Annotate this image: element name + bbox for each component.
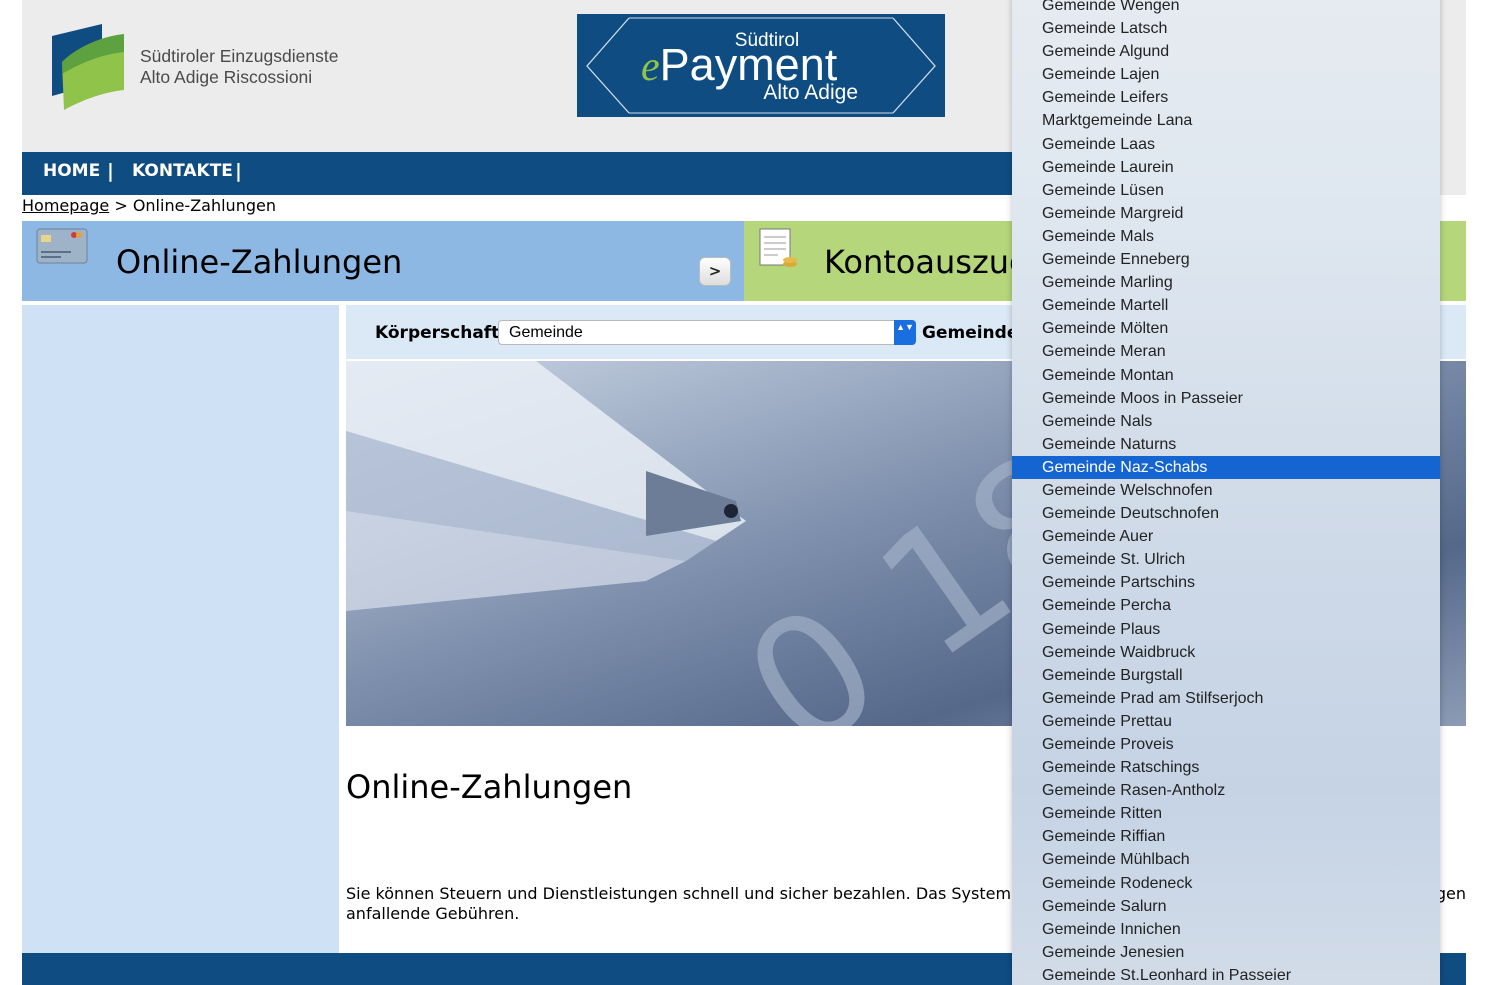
select-arrows-icon: ▲▼ — [894, 320, 916, 345]
sidebar — [22, 305, 339, 953]
dropdown-option[interactable]: Gemeinde Partschins — [1012, 571, 1440, 594]
logo-line1: Südtiroler Einzugsdienste — [140, 46, 339, 66]
dropdown-option[interactable]: Gemeinde Wengen — [1012, 0, 1440, 17]
dropdown-option[interactable]: Gemeinde Mals — [1012, 225, 1440, 248]
dropdown-option[interactable]: Gemeinde Algund — [1012, 40, 1440, 63]
dropdown-option[interactable]: Gemeinde Plaus — [1012, 618, 1440, 641]
breadcrumb-current: Online-Zahlungen — [132, 196, 276, 215]
dropdown-option[interactable]: Gemeinde Moos in Passeier — [1012, 387, 1440, 410]
dropdown-option[interactable]: Gemeinde Mölten — [1012, 317, 1440, 340]
dropdown-option[interactable]: Gemeinde Enneberg — [1012, 248, 1440, 271]
chevron-right-icon[interactable]: > — [699, 257, 731, 286]
dropdown-option[interactable]: Gemeinde Salurn — [1012, 895, 1440, 918]
dropdown-option[interactable]: Gemeinde Ritten — [1012, 802, 1440, 825]
logo-text: Südtiroler Einzugsdienste Alto Adige Ris… — [140, 46, 338, 88]
dropdown-option[interactable]: Gemeinde Deutschnofen — [1012, 502, 1440, 525]
entity-type-select[interactable]: Gemeinde ▲▼ — [498, 320, 916, 345]
credit-card-icon — [36, 228, 88, 264]
logo-line2: Alto Adige Riscossioni — [140, 67, 313, 87]
dropdown-option[interactable]: Gemeinde Mühlbach — [1012, 848, 1440, 871]
dropdown-option[interactable]: Gemeinde St. Ulrich — [1012, 548, 1440, 571]
dropdown-option[interactable]: Gemeinde Waidbruck — [1012, 641, 1440, 664]
municipality-label: Gemeinde — [922, 323, 1019, 343]
breadcrumb: Homepage > Online-Zahlungen — [22, 196, 276, 216]
dropdown-option[interactable]: Gemeinde Lüsen — [1012, 179, 1440, 202]
dropdown-option[interactable]: Gemeinde Nals — [1012, 410, 1440, 433]
dropdown-option[interactable]: Gemeinde Lajen — [1012, 63, 1440, 86]
dropdown-option[interactable]: Gemeinde Naturns — [1012, 433, 1440, 456]
dropdown-option[interactable]: Gemeinde Marling — [1012, 271, 1440, 294]
dropdown-option[interactable]: Gemeinde St.Leonhard in Passeier — [1012, 964, 1440, 985]
nav-home[interactable]: HOME — [43, 161, 100, 181]
entity-type-value: Gemeinde — [509, 324, 583, 341]
tile-account-statement-title: Kontoauszug — [824, 243, 1030, 281]
dropdown-option[interactable]: Gemeinde Laurein — [1012, 156, 1440, 179]
dropdown-option[interactable]: Gemeinde Burgstall — [1012, 664, 1440, 687]
logo-icon[interactable] — [48, 16, 128, 112]
nav-separator: | — [107, 160, 114, 182]
tile-online-payments[interactable]: Online-Zahlungen > — [22, 221, 744, 301]
nav-separator: | — [235, 160, 242, 182]
dropdown-option[interactable]: Gemeinde Riffian — [1012, 825, 1440, 848]
dropdown-option[interactable]: Gemeinde Ratschings — [1012, 756, 1440, 779]
dropdown-option[interactable]: Gemeinde Prettau — [1012, 710, 1440, 733]
entity-type-label: Körperschaft — [375, 323, 500, 343]
dropdown-option[interactable]: Gemeinde Meran — [1012, 340, 1440, 363]
dropdown-option[interactable]: Gemeinde Montan — [1012, 364, 1440, 387]
dropdown-option[interactable]: Gemeinde Rodeneck — [1012, 872, 1440, 895]
dropdown-option[interactable]: Gemeinde Latsch — [1012, 17, 1440, 40]
dropdown-option[interactable]: Gemeinde Leifers — [1012, 86, 1440, 109]
breadcrumb-home-link[interactable]: Homepage — [22, 196, 109, 215]
dropdown-option[interactable]: Gemeinde Margreid — [1012, 202, 1440, 225]
dropdown-option-selected[interactable]: Gemeinde Naz-Schabs — [1012, 455, 1440, 479]
dropdown-option[interactable]: Gemeinde Welschnofen — [1012, 479, 1440, 502]
dropdown-option[interactable]: Gemeinde Laas — [1012, 133, 1440, 156]
paragraph-line1-tail: gen — [1435, 884, 1466, 903]
tile-online-payments-title: Online-Zahlungen — [116, 243, 403, 281]
dropdown-option[interactable]: Gemeinde Proveis — [1012, 733, 1440, 756]
dropdown-option[interactable]: Gemeinde Auer — [1012, 525, 1440, 548]
dropdown-option[interactable]: Gemeinde Martell — [1012, 294, 1440, 317]
dropdown-option[interactable]: Marktgemeinde Lana — [1012, 109, 1440, 132]
epayment-banner[interactable]: Südtirol ePayment Alto Adige — [577, 14, 945, 117]
dropdown-option[interactable]: Gemeinde Prad am Stilfserjoch — [1012, 687, 1440, 710]
dropdown-option[interactable]: Gemeinde Percha — [1012, 594, 1440, 617]
banner-e: e — [641, 44, 660, 90]
breadcrumb-separator: > — [114, 196, 128, 215]
municipality-dropdown[interactable]: Gemeinde Wengen Gemeinde Latsch Gemeinde A… — [1012, 0, 1440, 985]
statement-icon — [759, 228, 797, 267]
dropdown-option[interactable]: Gemeinde Jenesien — [1012, 941, 1440, 964]
paragraph-line1-text: Sie können Steuern und Dienstleistungen … — [346, 884, 1049, 903]
dropdown-option[interactable]: Gemeinde Innichen — [1012, 918, 1440, 941]
right-edge-strip — [1440, 0, 1466, 195]
banner-bottom: Alto Adige — [763, 81, 858, 104]
dropdown-option[interactable]: Gemeinde Rasen-Antholz — [1012, 779, 1440, 802]
content-heading: Online-Zahlungen — [346, 768, 633, 806]
nav-kontakte[interactable]: KONTAKTE — [132, 161, 233, 181]
